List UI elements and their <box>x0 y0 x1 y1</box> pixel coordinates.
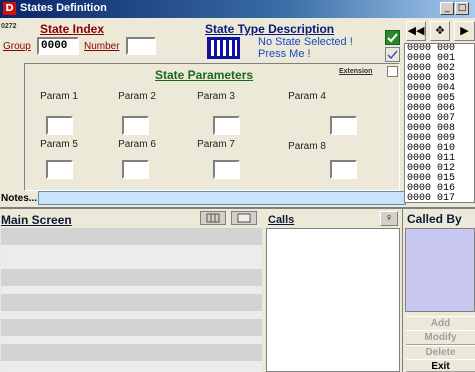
param-5-field[interactable] <box>46 160 73 179</box>
state-code: 0272 <box>1 23 17 30</box>
param-8-field[interactable] <box>330 160 357 179</box>
exit-button[interactable]: Exit <box>406 359 475 372</box>
number-label: Number <box>84 41 120 52</box>
param-4-field[interactable] <box>330 116 357 135</box>
verify-button[interactable] <box>385 47 400 62</box>
main-screen-title: Main Screen <box>1 213 72 227</box>
app-icon: D <box>3 2 16 15</box>
calls-title: Calls <box>268 214 295 226</box>
move-button[interactable]: ✥ <box>430 21 450 41</box>
param-3-label: Param 3 <box>197 91 235 102</box>
main-screen-panel[interactable] <box>1 228 262 372</box>
state-type-button[interactable] <box>207 37 240 59</box>
screen-row <box>1 344 262 361</box>
state-parameters-title: State Parameters <box>155 68 254 82</box>
screen-row <box>1 228 262 245</box>
list-item[interactable]: 0000 017 <box>405 194 474 203</box>
param-8-label: Param 8 <box>288 141 326 152</box>
screen-view-button[interactable] <box>231 211 257 225</box>
param-1-label: Param 1 <box>40 91 78 102</box>
notes-label: Notes... <box>1 193 38 204</box>
first-record-button[interactable]: ◀◀ <box>406 21 426 41</box>
param-6-label: Param 6 <box>118 139 156 150</box>
barcode-icon <box>207 37 240 59</box>
param-6-field[interactable] <box>122 160 149 179</box>
screen-row <box>1 294 262 311</box>
modify-button[interactable]: Modify <box>406 330 475 345</box>
extension-checkbox[interactable] <box>387 66 398 77</box>
param-7-field[interactable] <box>213 160 240 179</box>
calls-list[interactable] <box>266 228 400 372</box>
notes-field[interactable] <box>38 191 406 205</box>
state-index-label: State Index <box>40 22 105 36</box>
state-type-message: No State Selected ! <box>258 36 353 48</box>
param-2-label: Param 2 <box>118 91 156 102</box>
called-by-list[interactable] <box>405 228 475 312</box>
window-title: States Definition <box>20 2 107 14</box>
param-1-field[interactable] <box>46 116 73 135</box>
grid-view-button[interactable] <box>200 211 226 225</box>
param-4-label: Param 4 <box>288 91 326 102</box>
check-icon <box>387 33 398 43</box>
param-3-field[interactable] <box>213 116 240 135</box>
state-type-prompt[interactable]: Press Me ! <box>258 48 311 60</box>
param-5-label: Param 5 <box>40 139 78 150</box>
state-type-label: State Type Description <box>205 22 335 36</box>
confirm-button[interactable] <box>385 30 400 45</box>
vertical-divider <box>402 209 403 372</box>
check-outline-icon <box>387 50 398 60</box>
maximize-button[interactable]: □ <box>455 2 469 15</box>
param-7-label: Param 7 <box>197 139 235 150</box>
extension-label: Extension <box>339 68 373 75</box>
add-button[interactable]: Add <box>406 316 475 331</box>
delete-button[interactable]: Delete <box>406 345 475 360</box>
screen-row <box>1 269 262 286</box>
number-field[interactable] <box>126 37 156 55</box>
state-list[interactable]: 0000 000 0000 001 0000 002 0000 003 0000… <box>404 43 475 203</box>
grid-icon <box>206 213 220 223</box>
next-record-button[interactable]: ▶ <box>454 21 475 41</box>
section-divider <box>0 207 475 209</box>
screen-row <box>1 319 262 336</box>
calls-info-button[interactable]: ♀ <box>380 211 398 226</box>
group-label: Group <box>3 41 31 52</box>
group-field[interactable]: 0000 <box>37 37 79 55</box>
screen-icon <box>237 213 251 223</box>
minimize-button[interactable]: _ <box>440 2 454 15</box>
param-2-field[interactable] <box>122 116 149 135</box>
called-by-title: Called By <box>407 212 462 226</box>
